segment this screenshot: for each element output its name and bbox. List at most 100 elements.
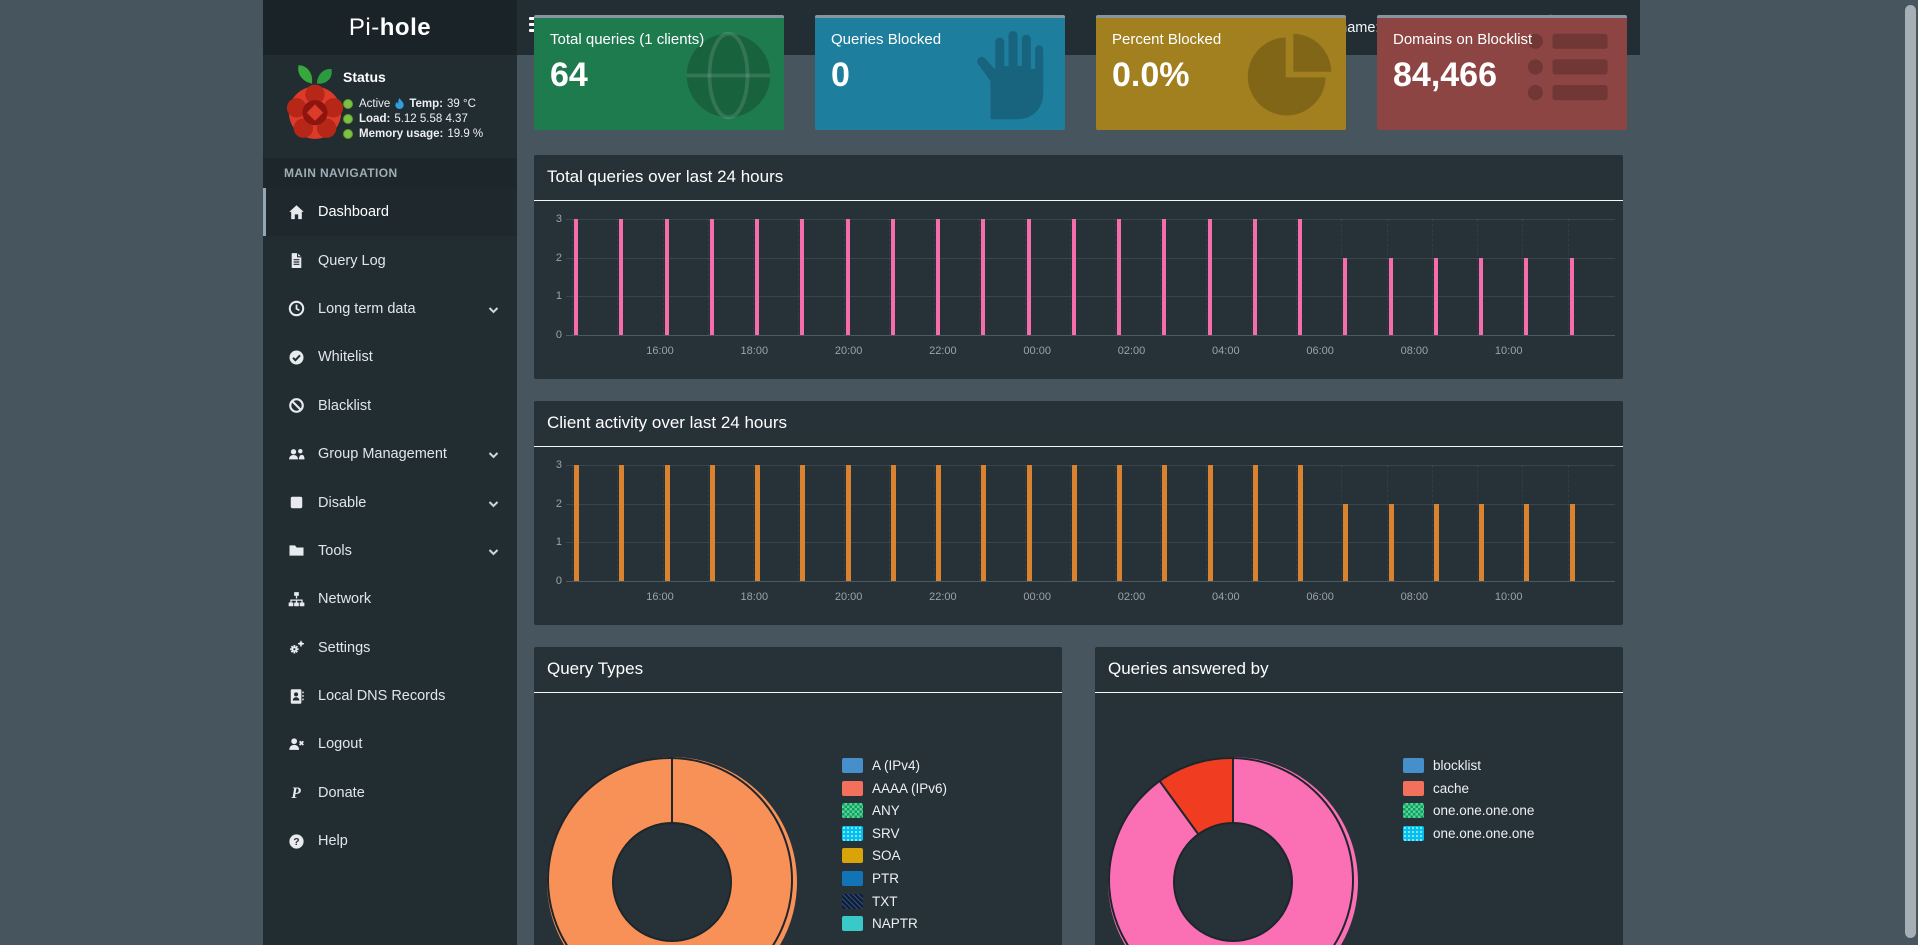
sidebar-item-disable[interactable]: Disable	[263, 478, 517, 526]
stat-card-value: 64	[550, 56, 588, 94]
sidebar-item-blacklist[interactable]: Blacklist	[263, 382, 517, 430]
grid-vline	[753, 219, 755, 335]
grid-vline	[662, 465, 664, 581]
sidebar-item-label: Disable	[318, 494, 367, 511]
sidebar-item-whitelist[interactable]: Whitelist	[263, 333, 517, 381]
list-icon	[1524, 28, 1619, 123]
stat-card-value: 84,466	[1393, 56, 1497, 94]
grid-vline	[1250, 219, 1252, 335]
sidebar-item-local-dns-records[interactable]: Local DNS Records	[263, 672, 517, 720]
queries-answered-chart: blocklist cache one.one.one.one one.one.one…	[1095, 694, 1623, 945]
bar	[619, 465, 625, 581]
grid-vline	[707, 219, 709, 335]
sidebar-item-long-term-data[interactable]: Long term data	[263, 285, 517, 333]
bar	[709, 465, 715, 581]
pie-icon	[1243, 28, 1338, 123]
sidebar-item-label: Whitelist	[318, 349, 373, 366]
x-axis-tick: 22:00	[929, 345, 957, 357]
bar	[755, 219, 760, 335]
legend-item[interactable]: SRV	[842, 825, 900, 841]
legend-item[interactable]: A (IPv4)	[842, 758, 920, 773]
bar	[1388, 257, 1393, 335]
user-times-icon	[288, 736, 305, 753]
x-axis-tick: 06:00	[1306, 345, 1334, 357]
legend-label: AAAA (IPv6)	[872, 780, 948, 796]
sidebar-item-dashboard[interactable]: Dashboard	[263, 188, 517, 237]
chevron-down-icon[interactable]	[488, 545, 499, 556]
chevron-down-icon[interactable]	[488, 303, 499, 314]
legend-item[interactable]: TXT	[842, 893, 898, 909]
legend-swatch	[842, 803, 863, 819]
grid-vline	[1250, 465, 1252, 581]
sidebar-item-settings[interactable]: Settings	[263, 624, 517, 672]
bar	[574, 465, 579, 581]
chevron-down-icon[interactable]	[488, 449, 499, 460]
stat-card-title: Queries Blocked	[831, 31, 942, 48]
memory-value: 19.9 %	[447, 127, 484, 140]
legend-item[interactable]: cache	[1403, 780, 1469, 796]
memory-label: Memory usage:	[359, 127, 444, 140]
legend-label: blocklist	[1433, 758, 1482, 773]
sidebar-item-network[interactable]: Network	[263, 575, 517, 623]
grid-vline	[979, 219, 981, 335]
app-logo[interactable]: Pi-hole	[263, 0, 517, 55]
gridline	[566, 335, 1615, 336]
bar	[1343, 503, 1349, 581]
legend-item[interactable]: ANY	[842, 803, 900, 819]
sidebar-item-group-management[interactable]: Group Management	[263, 430, 517, 478]
x-axis-tick: 04:00	[1212, 345, 1240, 357]
legend-item[interactable]: blocklist	[1403, 758, 1481, 773]
x-axis-tick: 20:00	[834, 591, 863, 603]
x-axis-tick: 16:00	[646, 591, 674, 603]
sidebar-item-help[interactable]: ? Help	[263, 817, 517, 865]
grid-vline	[798, 465, 800, 581]
legend-item[interactable]: NAPTR	[842, 916, 918, 932]
temp-value: 39 °C	[446, 97, 476, 110]
sidebar-item-tools[interactable]: Tools	[263, 527, 517, 575]
sidebar-item-donate[interactable]: P Donate	[263, 769, 517, 817]
x-axis-tick: 00:00	[1023, 591, 1051, 603]
legend-item[interactable]: PTR	[842, 871, 899, 886]
sidebar: Status Active Temp: 39 °C Load: 5.12 5.5…	[263, 55, 517, 945]
grid-vline	[798, 219, 800, 335]
legend-item[interactable]: SOA	[842, 848, 901, 864]
sidebar-item-label: Group Management	[318, 446, 447, 463]
legend-item[interactable]: AAAA (IPv6)	[842, 780, 948, 796]
legend-swatch	[842, 848, 863, 864]
legend-swatch	[842, 893, 863, 909]
legend-label: TXT	[872, 893, 898, 909]
x-axis-tick: 18:00	[740, 591, 769, 603]
grid-vline	[1205, 219, 1207, 335]
panel-total-queries: Total queries over last 24 hours 3 2 1 0 16:…	[534, 155, 1623, 379]
grid-vline	[1431, 219, 1433, 335]
stat-card-title: Percent Blocked	[1112, 31, 1222, 48]
grid-vline	[1341, 219, 1343, 335]
bar	[1207, 465, 1213, 581]
sidebar-item-label: Network	[318, 591, 372, 608]
x-axis-tick: 00:00	[1023, 345, 1051, 357]
x-axis-tick: 10:00	[1494, 345, 1523, 357]
legend-item[interactable]: one.one.one.one	[1403, 803, 1534, 819]
sidebar-item-label: Local DNS Records	[318, 688, 446, 705]
paypal-icon: P	[288, 784, 305, 802]
sidebar-item-label: Logout	[318, 736, 363, 753]
bar	[1207, 219, 1212, 335]
chevron-down-icon[interactable]	[488, 497, 499, 508]
x-axis-tick: 08:00	[1400, 591, 1429, 603]
sidebar-item-logout[interactable]: Logout	[263, 720, 517, 768]
legend-swatch	[1403, 780, 1424, 796]
bar	[981, 219, 986, 335]
status-active-label: Active	[359, 97, 391, 110]
vertical-scrollbar[interactable]	[1905, 5, 1916, 938]
legend-swatch	[1403, 758, 1424, 773]
bar	[1026, 465, 1032, 581]
sidebar-item-query-log[interactable]: Query Log	[263, 236, 517, 284]
logo-text-prefix: Pi-	[348, 14, 380, 41]
grid-vline	[1115, 219, 1117, 335]
question-circle-icon: ?	[288, 833, 305, 850]
panel-queries-answered-by: Queries answered by blocklist cache one.on…	[1095, 647, 1623, 945]
legend-swatch	[842, 916, 863, 932]
svg-text:P: P	[291, 785, 301, 801]
panel-title: Client activity over last 24 hours	[547, 413, 787, 432]
legend-item[interactable]: one.one.one.one	[1403, 825, 1534, 841]
